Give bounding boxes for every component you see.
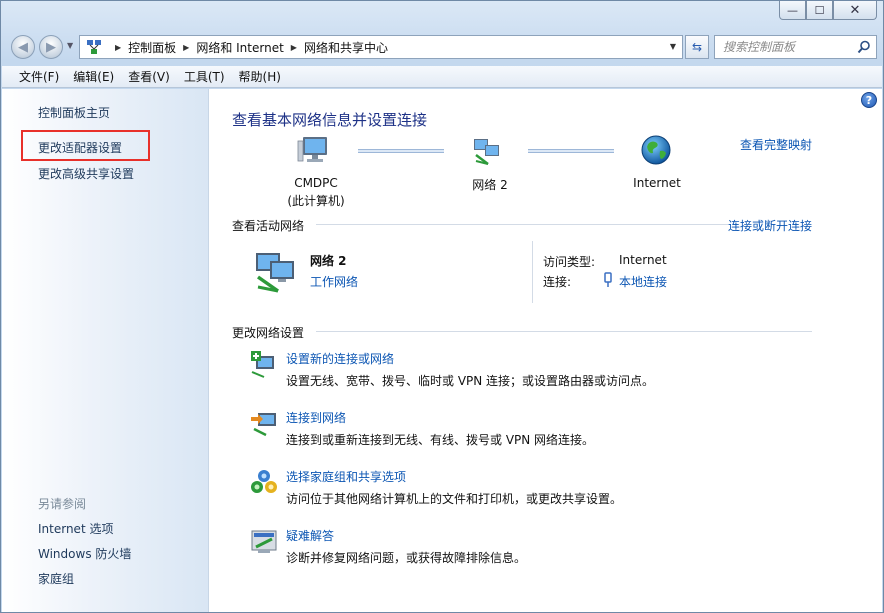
see-also-heading: 另请参阅 [38,497,87,511]
connect-to-network-icon [251,413,276,437]
refresh-button[interactable]: ⇆ [685,35,709,59]
connection-label: 连接: [543,275,572,289]
troubleshoot-description: 诊断并修复网络问题，或获得故障排除信息。 [286,551,527,565]
connect-disconnect-link[interactable]: 连接或断开连接 [728,217,812,234]
sidebar-windows-firewall[interactable]: Windows 防火墙 [38,545,131,562]
homegroup-sharing-description: 访问位于其他网络计算机上的文件和打印机，或更改共享设置。 [286,492,623,506]
map-link-line [358,149,444,153]
search-box[interactable] [714,35,877,59]
recent-pages-dropdown[interactable]: ▼ [67,41,73,50]
ethernet-plug-icon [604,272,612,287]
map-computer-label: CMDPC (此计算机) [286,176,346,209]
computer-icon [297,137,327,162]
menu-view[interactable]: 查看(V) [121,68,177,85]
breadcrumb-separator-icon[interactable]: ▶ [183,43,189,52]
back-button[interactable]: ◀ [11,35,35,59]
map-internet-label: Internet [633,176,681,190]
search-icon[interactable] [857,40,871,54]
caption-buttons: — ☐ ✕ [779,1,877,20]
active-network-icon [256,253,294,293]
network-type-link[interactable]: 工作网络 [310,273,358,290]
forward-arrow-icon: ▶ [46,39,56,55]
breadcrumb-network-sharing-center[interactable]: 网络和共享中心 [304,39,388,56]
help-icon[interactable]: ? [861,92,877,108]
sidebar-internet-options[interactable]: Internet 选项 [38,520,113,537]
new-connection-icon [251,351,274,378]
address-dropdown-icon[interactable]: ▼ [670,42,676,51]
active-network-name: 网络 2 [310,254,347,268]
network-icon [474,139,499,165]
access-type-label: 访问类型: [543,255,596,269]
map-network-label: 网络 2 [472,178,508,192]
maximize-button[interactable]: ☐ [806,1,833,20]
troubleshoot-icon [251,530,277,553]
access-type-value: Internet [619,253,667,267]
close-button[interactable]: ✕ [833,1,877,20]
sidebar: 控制面板主页 更改适配器设置 更改高级共享设置 另请参阅 Internet 选项… [2,89,209,612]
minimize-button[interactable]: — [779,1,806,20]
main-panel: ? 查看基本网络信息并设置连接 查看完整映射 CMDPC (此计算机) 网络 2… [210,89,882,612]
section-divider [316,224,728,225]
menu-help[interactable]: 帮助(H) [232,68,288,85]
active-networks-title: 查看活动网络 [232,219,305,233]
address-bar[interactable]: ▶ 控制面板 ▶ 网络和 Internet ▶ 网络和共享中心 ▼ [79,35,683,59]
connect-to-network-description: 连接到或重新连接到无线、有线、拨号或 VPN 网络连接。 [286,433,595,447]
sidebar-change-advanced-sharing[interactable]: 更改高级共享设置 [38,165,134,182]
section-divider [316,331,812,332]
back-arrow-icon: ◀ [18,39,28,55]
homegroup-sharing-link[interactable]: 选择家庭组和共享选项 [286,468,406,485]
computer-name: CMDPC [294,176,338,190]
sidebar-homegroup[interactable]: 家庭组 [38,570,74,587]
homegroup-icon [251,470,277,493]
breadcrumb-network-internet[interactable]: 网络和 Internet [196,39,283,56]
network-center-icon [87,40,101,54]
view-full-map-link[interactable]: 查看完整映射 [740,136,812,153]
change-settings-title: 更改网络设置 [232,326,305,340]
page-title: 查看基本网络信息并设置连接 [232,111,428,129]
new-connection-description: 设置无线、宽带、拨号、临时或 VPN 连接；或设置路由器或访问点。 [286,374,655,388]
refresh-icon: ⇆ [691,40,703,54]
new-connection-link[interactable]: 设置新的连接或网络 [286,350,394,367]
breadcrumb-control-panel[interactable]: 控制面板 [128,39,176,56]
breadcrumb-separator-icon[interactable]: ▶ [115,43,121,52]
window: — ☐ ✕ ◀ ▶ ▼ ▶ 控制面板 ▶ 网络和 Internet ▶ 网络和共… [0,0,884,613]
menu-edit[interactable]: 编辑(E) [66,68,121,85]
menu-tools[interactable]: 工具(T) [177,68,232,85]
content-area: 控制面板主页 更改适配器设置 更改高级共享设置 另请参阅 Internet 选项… [2,89,882,612]
menu-file[interactable]: 文件(F) [12,68,66,85]
connect-to-network-link[interactable]: 连接到网络 [286,409,346,426]
map-link-line [528,149,614,153]
breadcrumb-separator-icon[interactable]: ▶ [291,43,297,52]
vertical-divider [532,241,533,303]
forward-button[interactable]: ▶ [39,35,63,59]
computer-subtitle: (此计算机) [287,194,345,208]
search-input[interactable] [723,40,853,54]
navigation-bar: ◀ ▶ ▼ ▶ 控制面板 ▶ 网络和 Internet ▶ 网络和共享中心 ▼ … [9,31,877,61]
internet-globe-icon [641,135,671,165]
local-connection-link[interactable]: 本地连接 [619,273,667,290]
highlight-box [21,130,150,161]
troubleshoot-link[interactable]: 疑难解答 [286,527,334,544]
menu-bar: 文件(F) 编辑(E) 查看(V) 工具(T) 帮助(H) [2,66,882,88]
sidebar-control-panel-home[interactable]: 控制面板主页 [38,104,110,121]
